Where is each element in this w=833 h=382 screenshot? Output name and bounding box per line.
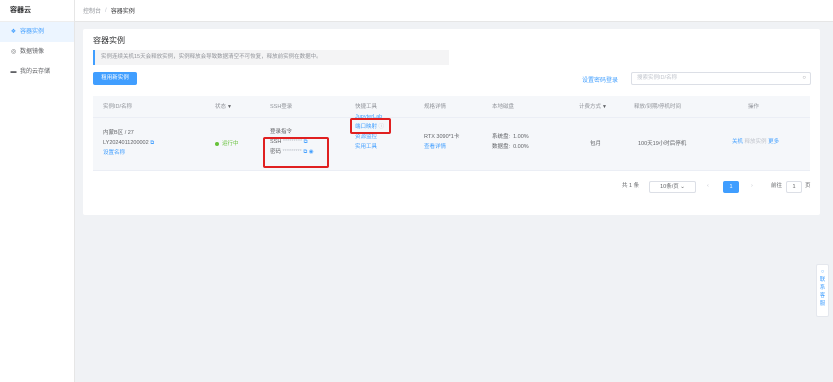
contact-support-label: 联系客服 bbox=[819, 277, 826, 307]
prev-page-button[interactable]: ‹ bbox=[707, 180, 709, 193]
filter-icon[interactable]: ▼ bbox=[227, 104, 232, 110]
container-icon: ❖ bbox=[10, 29, 17, 35]
chevron-down-icon: ⌄ bbox=[680, 184, 685, 190]
highlight-box-ssh bbox=[263, 137, 329, 168]
system-disk: 系统盘: 1.00% bbox=[492, 134, 529, 140]
chat-icon: ○ bbox=[820, 269, 825, 275]
search-icon[interactable]: ○ bbox=[802, 73, 806, 84]
contact-support-button[interactable]: ○ 联系客服 bbox=[816, 264, 829, 317]
release-notice: 实例连续关机15天会释放实例，实例释放会导致数据清空不可恢复，释放前实例在数据中… bbox=[93, 50, 449, 65]
table-row: 内蒙B区 / 27 LY2024011200002 ⧉ 设置名称 运行中 登录指… bbox=[93, 114, 810, 171]
page-title: 容器实例 bbox=[93, 36, 125, 45]
th-billing[interactable]: 计费方式▼ bbox=[579, 96, 607, 118]
cell-disk: 系统盘: 1.00% 数据盘: 0.00% bbox=[492, 132, 529, 152]
instance-region: 内蒙B区 / 27 bbox=[103, 130, 134, 136]
set-name-link[interactable]: 设置名称 bbox=[103, 148, 154, 158]
th-release: 释放/到期/停机时间 bbox=[634, 104, 682, 110]
rent-new-instance-button[interactable]: 租用新实例 bbox=[93, 72, 137, 85]
sidebar: 容器云 ❖ 容器实例 ◎ 数据镜像 ▬ 我的云存储 bbox=[0, 0, 75, 382]
cell-spec: RTX 3090*1卡 查看详情 bbox=[424, 132, 459, 152]
cell-status: 运行中 bbox=[215, 139, 239, 149]
set-password-login-link[interactable]: 设置密码登录 bbox=[582, 75, 618, 84]
copy-icon[interactable]: ⧉ bbox=[150, 140, 154, 146]
utility-tools-link[interactable]: 实用工具 bbox=[355, 142, 384, 152]
cell-instance: 内蒙B区 / 27 LY2024011200002 ⧉ 设置名称 bbox=[103, 128, 154, 158]
gpu-spec: RTX 3090*1卡 bbox=[424, 134, 460, 140]
page-size-select[interactable]: 10条/页 ⌄ bbox=[649, 181, 696, 193]
page-1-button[interactable]: 1 bbox=[723, 181, 739, 193]
instance-id: LY2024011200002 ⧉ bbox=[103, 140, 155, 146]
table-header: 实例ID/名称 状态▼ SSH登录 快捷工具 规格详情 本地磁盘 计费方式▼ 释… bbox=[93, 96, 810, 118]
image-icon: ◎ bbox=[10, 49, 17, 55]
th-instance: 实例ID/名称 bbox=[103, 104, 133, 110]
sidebar-item-label: 我的云存储 bbox=[20, 69, 51, 75]
highlight-box-jupyter bbox=[350, 118, 391, 134]
sidebar-item-label: 数据镜像 bbox=[20, 49, 45, 55]
breadcrumb: 控制台 / 容器实例 bbox=[75, 0, 833, 22]
breadcrumb-home[interactable]: 控制台 bbox=[83, 6, 101, 15]
breadcrumb-separator: / bbox=[105, 7, 107, 14]
instance-card: 容器实例 实例连续关机15天会释放实例，实例释放会导致数据清空不可恢复，释放前实… bbox=[83, 29, 820, 215]
view-detail-link[interactable]: 查看详情 bbox=[424, 142, 459, 152]
next-page-button[interactable]: › bbox=[751, 180, 753, 193]
release-time: 100天19小时后停机 bbox=[638, 141, 687, 147]
th-ssh: SSH登录 bbox=[270, 104, 293, 110]
storage-icon: ▬ bbox=[10, 69, 17, 75]
sidebar-item-cloud-storage[interactable]: ▬ 我的云存储 bbox=[0, 62, 74, 82]
page-suffix: 页 bbox=[805, 183, 811, 189]
status-running: 运行中 bbox=[222, 141, 239, 147]
filter-icon[interactable]: ▼ bbox=[602, 104, 607, 110]
sidebar-item-label: 容器实例 bbox=[20, 29, 45, 35]
app-brand: 容器云 bbox=[0, 0, 74, 22]
sidebar-item-data-image[interactable]: ◎ 数据镜像 bbox=[0, 42, 74, 62]
pagination-total: 共 1 条 bbox=[622, 183, 640, 189]
search-input[interactable]: 搜索实例ID/名称 ○ bbox=[631, 72, 811, 85]
th-ops: 操作 bbox=[748, 104, 760, 110]
goto-label: 前往 bbox=[771, 183, 783, 189]
more-button[interactable]: 更多 bbox=[768, 139, 779, 145]
th-status[interactable]: 状态▼ bbox=[215, 96, 232, 118]
search-placeholder: 搜索实例ID/名称 bbox=[637, 75, 678, 81]
th-spec: 规格详情 bbox=[424, 104, 447, 110]
status-dot-icon bbox=[215, 141, 219, 146]
goto-page-input[interactable]: 1 bbox=[786, 181, 802, 193]
billing-type: 包月 bbox=[590, 141, 602, 147]
cell-ops: 关机 释放实例 更多 bbox=[732, 137, 779, 147]
login-command-label: 登录指令 bbox=[270, 129, 293, 135]
sidebar-item-container-instance[interactable]: ❖ 容器实例 bbox=[0, 22, 74, 42]
release-instance-button: 释放实例 bbox=[744, 139, 767, 145]
data-disk: 数据盘: 0.00% bbox=[492, 144, 529, 150]
shutdown-button[interactable]: 关机 bbox=[732, 139, 743, 145]
th-disk: 本地磁盘 bbox=[492, 104, 515, 110]
breadcrumb-current: 容器实例 bbox=[110, 9, 135, 15]
